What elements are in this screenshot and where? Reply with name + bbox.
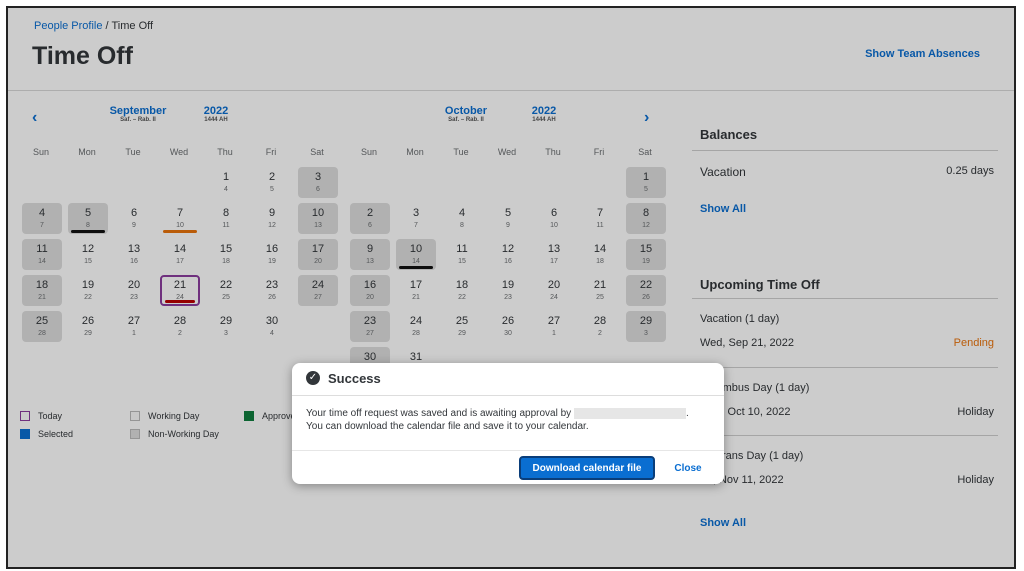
- dialog-message-line2: You can download the calendar file and s…: [306, 421, 589, 432]
- dialog-header: ✓ Success: [292, 363, 724, 396]
- dialog-message: Your time off request was saved and is a…: [306, 407, 716, 433]
- close-button[interactable]: Close: [664, 459, 712, 477]
- dialog-message-line1: Your time off request was saved and is a…: [306, 408, 572, 419]
- dialog-footer-divider: [292, 450, 724, 451]
- dialog-message-line1-end: .: [685, 408, 689, 419]
- redacted-approver-name: [573, 407, 686, 419]
- dialog-title: Success: [328, 371, 381, 386]
- download-calendar-file-button[interactable]: Download calendar file: [519, 456, 655, 480]
- success-dialog: ✓ Success Your time off request was save…: [292, 363, 724, 484]
- success-check-icon: ✓: [306, 371, 320, 385]
- app-window: People Profile / Time Off Time Off Show …: [6, 6, 1016, 569]
